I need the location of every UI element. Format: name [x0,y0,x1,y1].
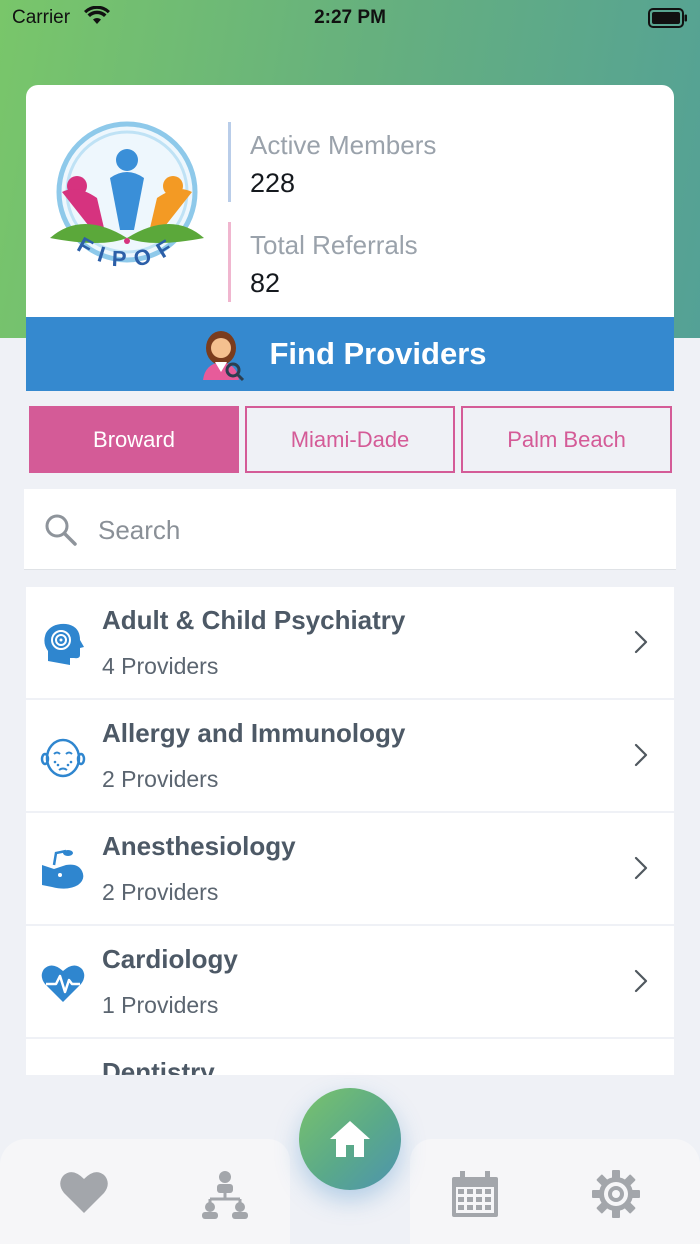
specialty-title: Dentistry [102,1057,215,1075]
settings-gear-icon[interactable] [591,1169,641,1219]
head-brain-icon [44,623,84,665]
list-item[interactable]: Adult & Child Psychiatry 4 Providers [26,587,674,698]
home-icon [330,1121,370,1157]
heart-pulse-icon [41,965,85,1002]
chevron-right-icon [634,969,648,993]
find-providers-label: Find Providers [269,336,487,371]
region-tabs: Broward Miami-Dade Palm Beach [29,406,672,473]
specialty-title: Allergy and Immunology [102,718,406,748]
provider-count: 1 Providers [102,992,219,1018]
provider-count: 2 Providers [102,879,219,905]
summary-card: FIPOF Active Members 228 Total Referrals… [26,85,674,317]
calendar-icon[interactable] [450,1169,500,1219]
stat-value: 228 [250,168,296,198]
search-icon [45,514,77,546]
chevron-right-icon [634,856,648,880]
doctor-icon [203,331,245,382]
stat-divider [228,122,231,202]
stat-label: Total Referrals [250,230,418,260]
search-input[interactable] [96,509,660,551]
tab-miami-dade[interactable]: Miami-Dade [245,406,455,473]
list-item[interactable]: Dentistry [26,1039,674,1075]
tooth-icon [40,1073,86,1075]
active-members-stat: Active Members 228 [228,122,648,202]
face-allergy-icon [40,738,86,778]
fipof-logo: FIPOF [50,121,204,272]
clock: 2:27 PM [314,7,386,28]
specialty-title: Cardiology [102,944,238,974]
specialty-title: Anesthesiology [102,831,296,861]
chevron-right-icon [634,630,648,654]
list-item[interactable]: Anesthesiology 2 Providers [26,813,674,924]
provider-count: 4 Providers [102,653,219,679]
provider-count: 2 Providers [102,766,219,792]
search-bar [24,489,676,570]
battery-icon [648,8,687,28]
stat-value: 82 [250,268,281,298]
stat-label: Active Members [250,130,437,160]
specialty-title: Adult & Child Psychiatry [102,605,406,635]
network-icon[interactable] [200,1169,250,1219]
list-item[interactable]: Allergy and Immunology 2 Providers [26,700,674,811]
find-providers-button[interactable]: Find Providers [26,317,674,391]
status-bar: Carrier 2:27 PM [0,0,700,36]
anesthesia-mask-icon [42,849,84,889]
specialty-list: Adult & Child Psychiatry 4 Providers All… [26,587,674,1075]
total-referrals-stat: Total Referrals 82 [228,222,648,302]
list-item[interactable]: Cardiology 1 Providers [26,926,674,1037]
home-button[interactable] [299,1088,401,1190]
tab-broward[interactable]: Broward [29,406,239,473]
favorites-heart-icon[interactable] [59,1169,109,1215]
chevron-right-icon [634,743,648,767]
stat-divider [228,222,231,302]
tab-palm-beach[interactable]: Palm Beach [461,406,672,473]
